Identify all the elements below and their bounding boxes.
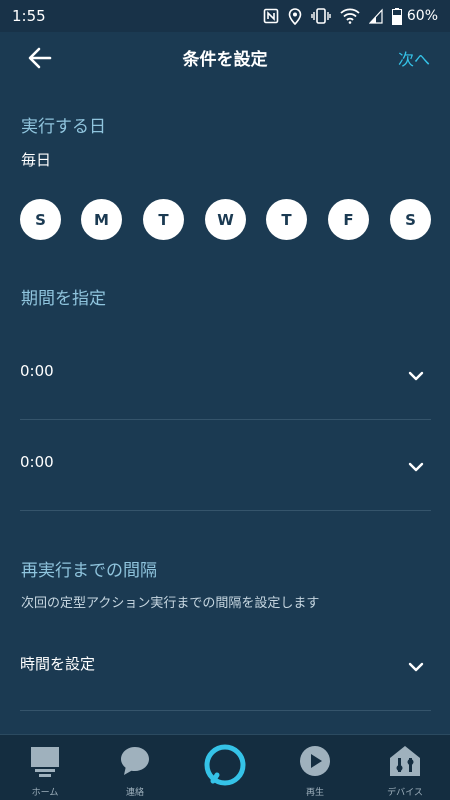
day-sunday[interactable]: S: [20, 199, 61, 240]
chevron-down-icon: [408, 371, 424, 381]
nav-contacts[interactable]: 連絡: [90, 735, 180, 800]
wifi-icon: [340, 8, 360, 24]
day-selector: S M T W T F S: [20, 199, 432, 240]
nav-alexa[interactable]: [180, 735, 270, 800]
day-thursday[interactable]: T: [266, 199, 307, 240]
interval-dropdown[interactable]: 時間を設定: [20, 620, 431, 711]
status-bar: 1:55 60%: [0, 0, 450, 32]
period-heading: 期間を指定: [21, 289, 106, 309]
schedule-heading: 実行する日: [21, 117, 106, 137]
status-time: 1:55: [12, 7, 46, 25]
play-icon: [300, 746, 330, 776]
header: 条件を設定 次へ: [0, 32, 450, 82]
day-saturday[interactable]: S: [390, 199, 431, 240]
status-icons: 60%: [263, 7, 438, 25]
interval-setting-label: 時間を設定: [20, 655, 96, 673]
nav-devices[interactable]: デバイス: [360, 735, 450, 800]
frequency-value[interactable]: 毎日: [21, 149, 51, 170]
day-monday[interactable]: M: [81, 199, 122, 240]
location-icon: [288, 7, 302, 25]
battery-icon: [391, 7, 402, 25]
start-time-dropdown[interactable]: 0:00: [20, 329, 431, 420]
nav-play[interactable]: 再生: [270, 735, 360, 800]
start-time-value: 0:00: [20, 362, 54, 380]
nav-play-label: 再生: [305, 788, 324, 798]
page-title: 条件を設定: [182, 49, 268, 70]
back-button[interactable]: [26, 44, 54, 72]
day-friday[interactable]: F: [328, 199, 369, 240]
chevron-down-icon: [408, 462, 424, 472]
nav-devices-label: デバイス: [387, 788, 423, 798]
next-button[interactable]: 次へ: [398, 46, 430, 70]
devices-icon: [390, 746, 420, 776]
home-icon: [31, 747, 59, 777]
day-tuesday[interactable]: T: [143, 199, 184, 240]
alexa-icon: [204, 744, 246, 786]
interval-description: 次回の定型アクション実行までの間隔を設定します: [21, 596, 320, 611]
nav-home-label: ホーム: [31, 788, 59, 798]
vibrate-icon: [311, 8, 331, 24]
back-arrow-icon: [28, 47, 52, 69]
nfc-icon: [263, 8, 279, 24]
chevron-down-icon: [408, 662, 424, 672]
battery-percent: 60%: [406, 8, 438, 24]
interval-heading: 再実行までの間隔: [21, 561, 157, 581]
end-time-value: 0:00: [20, 453, 54, 471]
chat-icon: [121, 747, 149, 775]
signal-icon: [368, 8, 383, 24]
day-wednesday[interactable]: W: [205, 199, 246, 240]
nav-contacts-label: 連絡: [125, 788, 144, 798]
end-time-dropdown[interactable]: 0:00: [20, 420, 431, 511]
nav-home[interactable]: ホーム: [0, 735, 90, 800]
bottom-nav: ホーム 連絡 再生 デバイス: [0, 734, 450, 800]
